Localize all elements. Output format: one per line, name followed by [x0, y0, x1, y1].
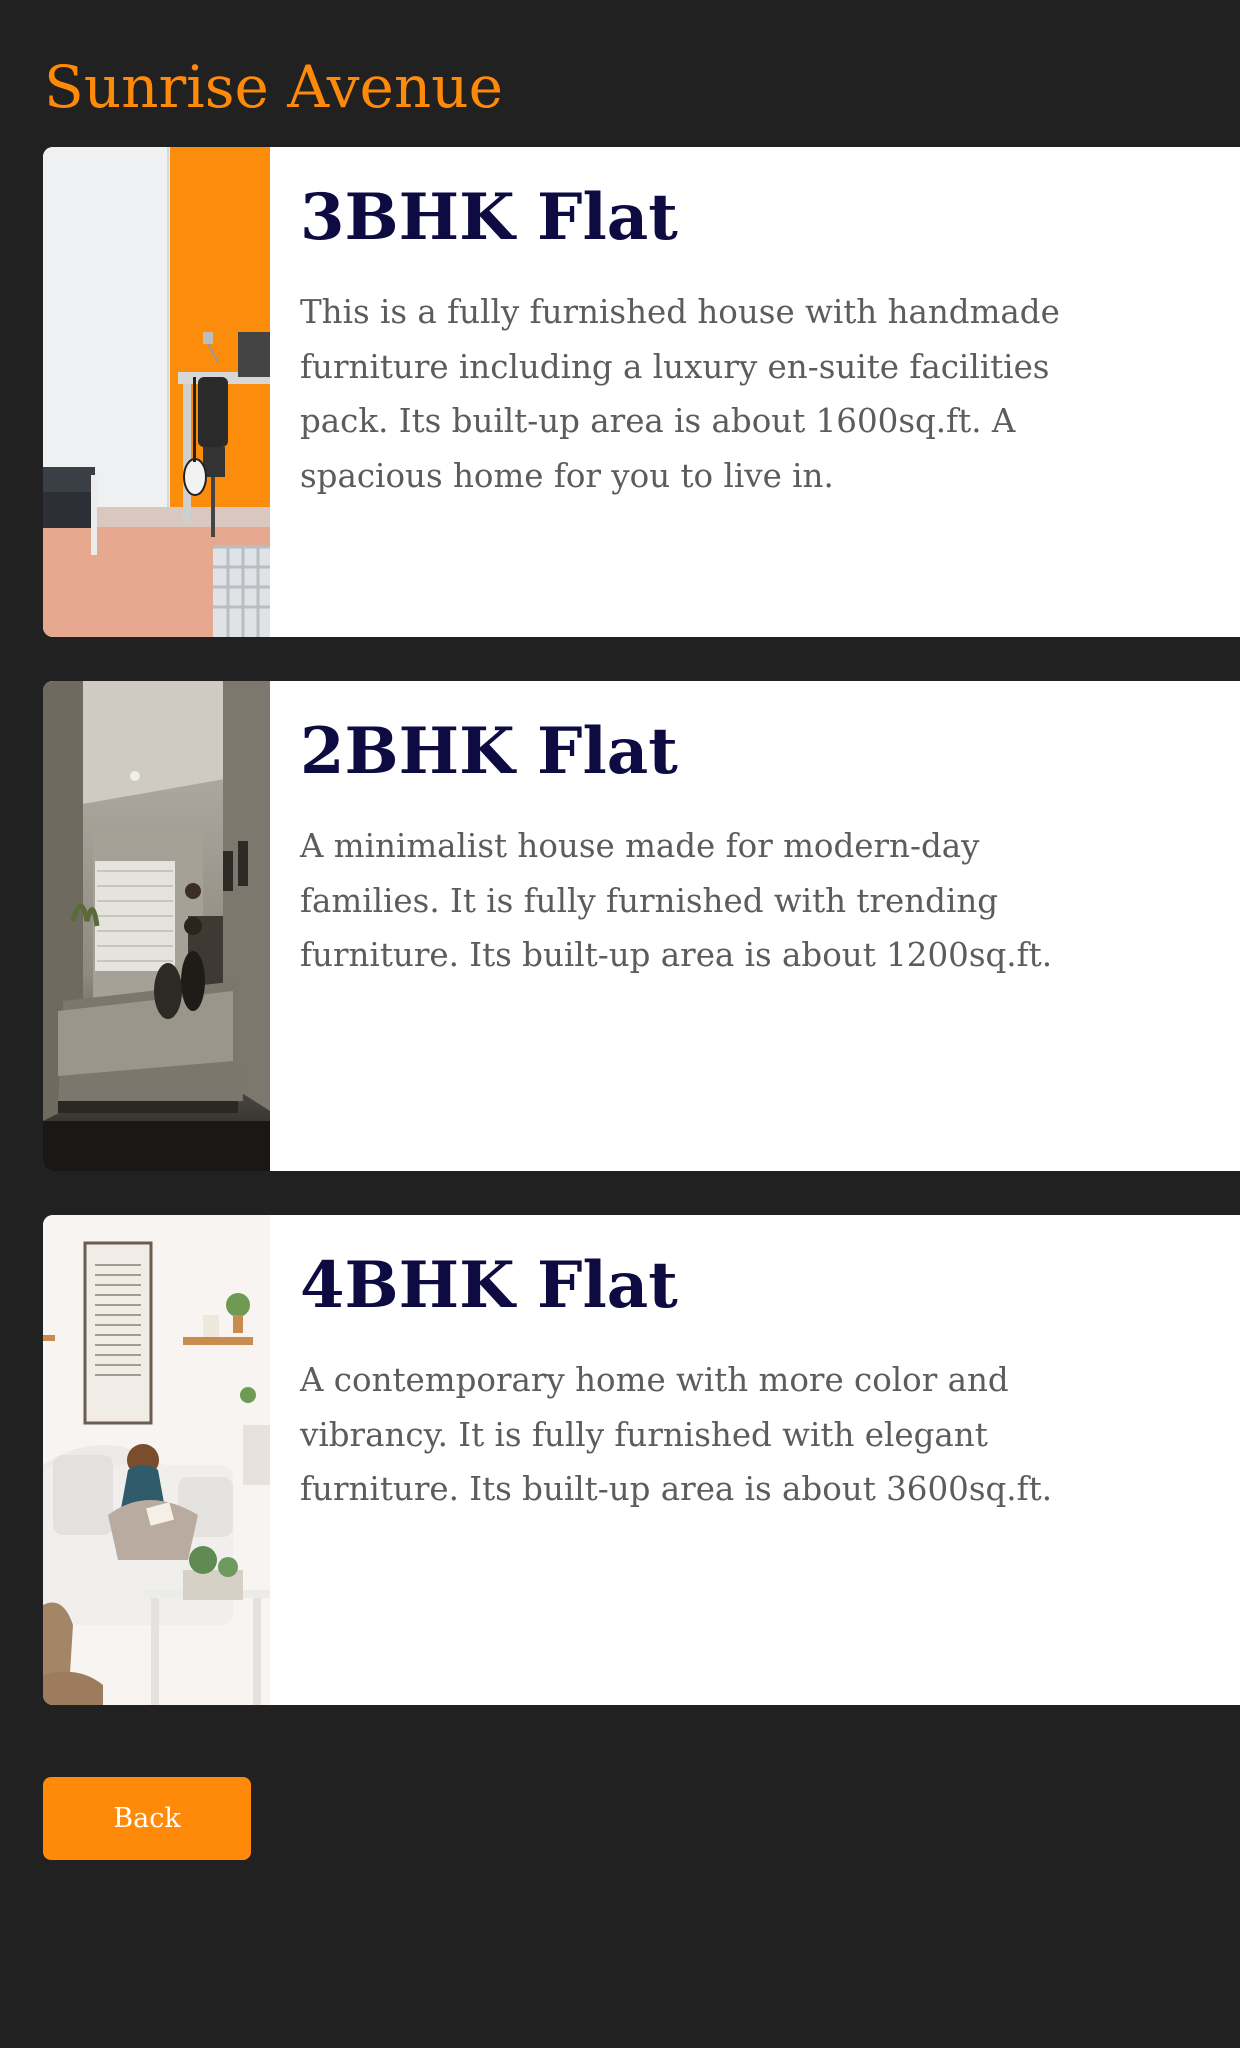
listing-image-2bhk: [43, 681, 270, 1171]
listing-card-3bhk[interactable]: 3BHK Flat This is a fully furnished hous…: [43, 147, 1240, 637]
room-photo-icon: [43, 681, 270, 1171]
listing-image-3bhk: [43, 147, 270, 637]
back-button[interactable]: Back: [43, 1777, 251, 1860]
page-title: Sunrise Avenue: [44, 53, 503, 121]
room-photo-icon: [43, 1215, 270, 1705]
listing-card-4bhk[interactable]: 4BHK Flat A contemporary home with more …: [43, 1215, 1240, 1705]
listing-title: 2BHK Flat: [300, 714, 678, 789]
listing-description: A minimalist house made for modern-day f…: [300, 827, 1053, 975]
listing-title: 3BHK Flat: [300, 180, 678, 255]
listing-description: This is a fully furnished house with han…: [300, 293, 1060, 495]
listing-card-2bhk[interactable]: 2BHK Flat A minimalist house made for mo…: [43, 681, 1240, 1171]
room-photo-icon: [43, 147, 270, 637]
listing-description: A contemporary home with more color and …: [300, 1361, 1053, 1509]
listing-image-4bhk: [43, 1215, 270, 1705]
listing-title: 4BHK Flat: [300, 1248, 678, 1323]
